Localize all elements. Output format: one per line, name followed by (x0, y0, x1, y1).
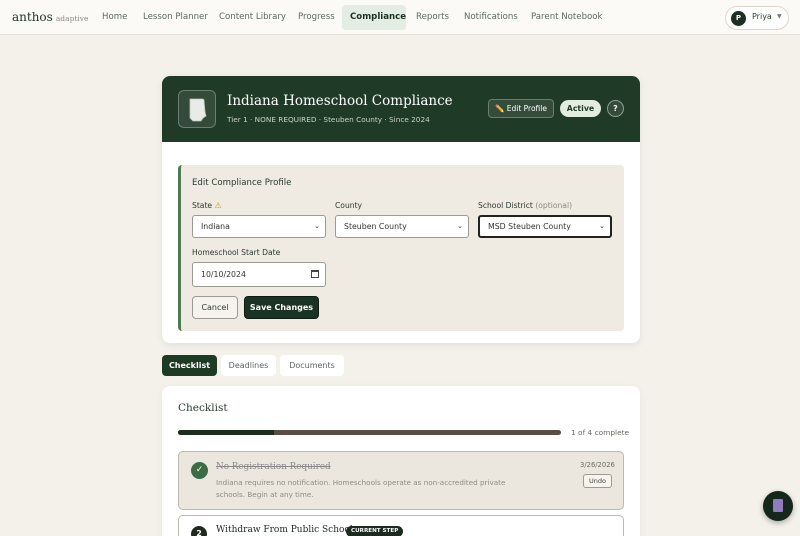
district-value: MSD Steuben County (488, 222, 571, 231)
nav-notifications[interactable]: Notifications (456, 5, 526, 30)
progress-fill (178, 430, 274, 435)
edit-profile-button[interactable]: ✏️ Edit Profile (488, 99, 554, 118)
form-title: Edit Compliance Profile (192, 178, 292, 188)
step-number: 2 (191, 526, 207, 536)
notebook-fab-button[interactable] (763, 491, 793, 521)
profile-title: Indiana Homeschool Compliance (227, 93, 453, 109)
chevron-down-icon: ⌄ (599, 222, 605, 230)
chevron-down-icon: ▼ (777, 13, 782, 20)
user-menu[interactable]: P Priya ▼ (725, 6, 789, 30)
state-select[interactable]: Indiana ⌄ (192, 215, 326, 238)
chevron-down-icon: ⌄ (457, 222, 463, 230)
top-nav: anthos adaptive Home Lesson Planner Conte… (0, 0, 800, 35)
edit-compliance-form: Edit Compliance Profile State ⚠ Indiana … (178, 165, 624, 331)
current-step-badge: CURRENT STEP (346, 526, 404, 536)
save-changes-button[interactable]: Save Changes (244, 296, 319, 319)
item-title: No Registration Required (216, 462, 331, 472)
state-label: State ⚠ (192, 201, 222, 210)
county-select[interactable]: Steuben County ⌄ (335, 215, 469, 238)
calendar-icon[interactable] (311, 270, 319, 278)
brand-sub: adaptive (55, 14, 89, 23)
check-icon: ✓ (191, 462, 208, 479)
nav-lesson-planner[interactable]: Lesson Planner (135, 5, 216, 30)
chevron-down-icon: ⌄ (314, 222, 320, 230)
profile-subtitle: Tier 1 · NONE REQUIRED · Steuben County … (227, 115, 430, 124)
district-label-text: School District (478, 201, 533, 210)
cancel-button[interactable]: Cancel (192, 296, 238, 319)
county-label: County (335, 201, 363, 210)
brand-name: anthos (12, 10, 53, 24)
nav-compliance[interactable]: Compliance (342, 5, 406, 30)
checklist-progress-bar (178, 430, 561, 435)
nav-parent-notebook[interactable]: Parent Notebook (523, 5, 611, 30)
item-description: Indiana requires no notification. Homesc… (216, 478, 506, 499)
nav-home[interactable]: Home (94, 5, 135, 30)
undo-button[interactable]: Undo (583, 474, 612, 488)
district-select[interactable]: MSD Steuben County ⌄ (478, 215, 612, 238)
checklist-item: ✓ No Registration Required Indiana requi… (178, 451, 624, 510)
compliance-profile-card: Indiana Homeschool Compliance Tier 1 · N… (162, 76, 640, 343)
state-label-text: State (192, 201, 213, 210)
status-badge: Active (560, 100, 601, 117)
checklist-title: Checklist (178, 402, 228, 414)
warning-icon: ⚠ (214, 201, 222, 210)
county-value: Steuben County (344, 222, 407, 231)
nav-progress[interactable]: Progress (290, 5, 343, 30)
tab-documents[interactable]: Documents (280, 355, 344, 376)
progress-text: 1 of 4 complete (571, 428, 630, 437)
brand-logo[interactable]: anthos adaptive (12, 10, 88, 24)
tab-deadlines[interactable]: Deadlines (221, 355, 276, 376)
start-date-label: Homeschool Start Date (192, 248, 281, 257)
user-name: Priya (752, 12, 772, 21)
checklist-item[interactable]: 2 Withdraw From Public School CURRENT ST… (178, 515, 624, 536)
avatar: P (731, 11, 746, 26)
district-label: School District (optional) (478, 201, 572, 210)
notebook-icon (773, 499, 783, 512)
start-date-value: 10/10/2024 (201, 270, 246, 279)
start-date-input[interactable]: 10/10/2024 (192, 262, 326, 287)
tab-checklist[interactable]: Checklist (162, 355, 217, 376)
district-optional: (optional) (535, 201, 573, 210)
profile-header: Indiana Homeschool Compliance Tier 1 · N… (162, 76, 640, 142)
nav-content-library[interactable]: Content Library (211, 5, 294, 30)
nav-reports[interactable]: Reports (408, 5, 457, 30)
checklist-panel: Checklist 1 of 4 complete ✓ No Registrat… (162, 386, 640, 536)
item-date: 3/26/2026 (580, 461, 615, 469)
help-button[interactable]: ? (607, 100, 624, 117)
item-title: Withdraw From Public School (216, 525, 353, 535)
indiana-state-icon (178, 90, 216, 128)
state-value: Indiana (201, 222, 230, 231)
